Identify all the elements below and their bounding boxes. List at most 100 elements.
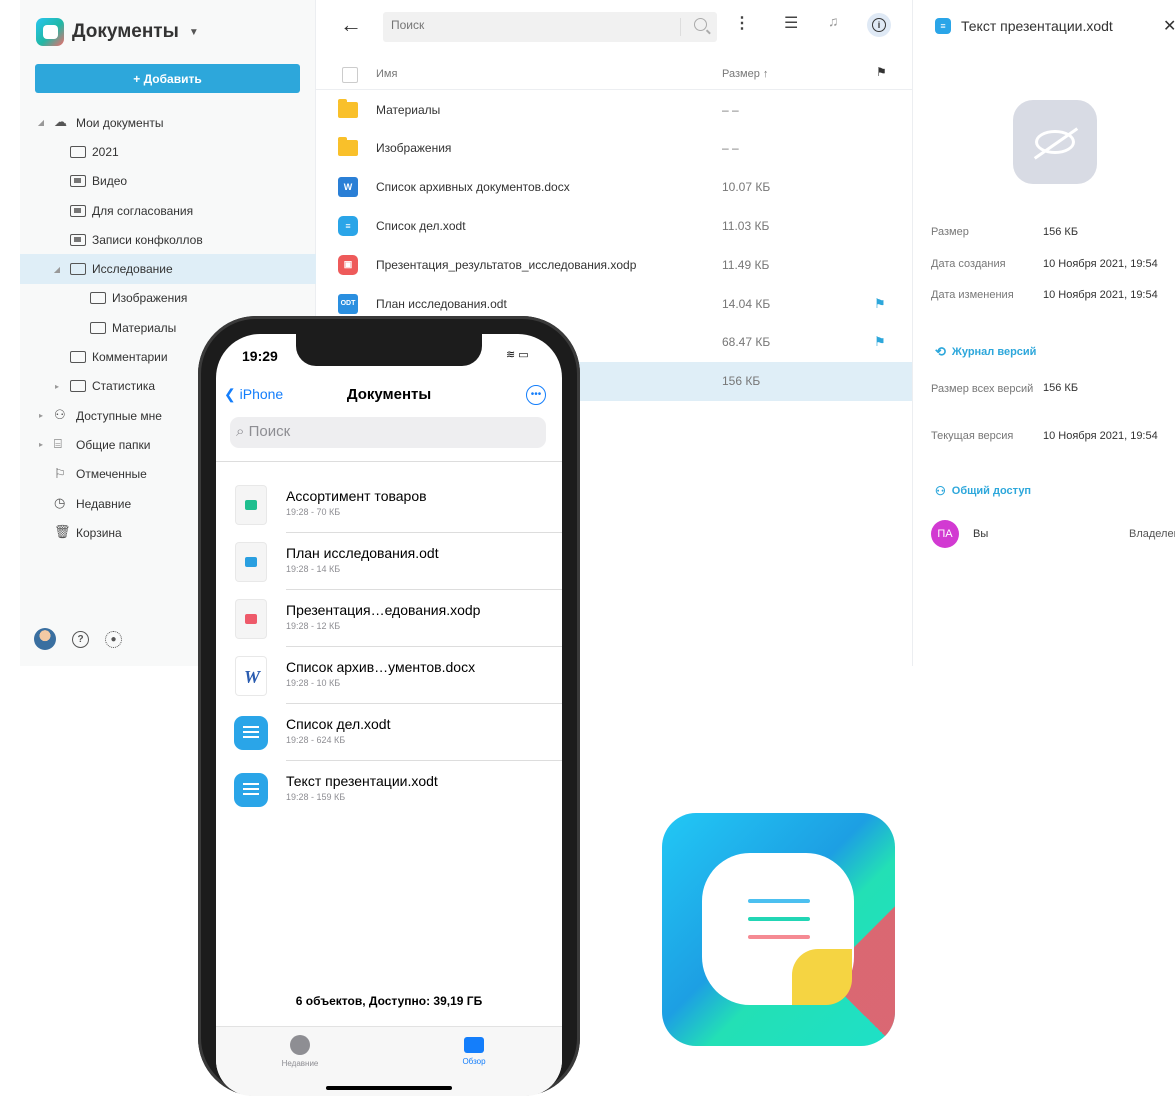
file-size: 156 КБ	[722, 374, 761, 389]
info-icon: i	[872, 18, 886, 32]
sidebar-item-label: Корзина	[76, 525, 122, 540]
file-size: – –	[722, 141, 739, 156]
phone-search-input[interactable]: ⌕ Поиск	[230, 417, 546, 448]
sidebar-item[interactable]: ◢ ☁ Мои документы	[20, 108, 316, 137]
share-role[interactable]: Владелец	[1129, 528, 1175, 540]
divider	[680, 18, 681, 36]
all-versions-value: 156 КБ	[1043, 382, 1079, 394]
folder-icon	[70, 145, 86, 158]
app-brand[interactable]: Документы ▼	[36, 18, 199, 46]
sidebar-footer: ? ●	[34, 628, 122, 650]
file-name: Изображения	[376, 141, 452, 156]
storage-summary: 6 объектов, Доступно: 39,19 ГБ	[295, 994, 483, 1008]
search-box[interactable]	[383, 12, 717, 42]
file-size: 14.04 КБ	[722, 296, 771, 311]
sidebar-item[interactable]: 2021	[20, 137, 316, 166]
file-name: План исследования.odt	[376, 296, 507, 311]
info-panel: ≡ Текст презентации.xodt ✕ Размер 156 КБ…	[912, 0, 1175, 666]
share-user-name: Вы	[973, 528, 989, 540]
cloud-icon: ☁	[54, 114, 67, 129]
select-all-checkbox[interactable]	[342, 67, 358, 83]
sidebar-item-label: Отмеченные	[76, 467, 147, 482]
table-row[interactable]: Материалы – –	[316, 90, 912, 129]
page-fold-icon	[792, 949, 852, 1005]
xodt-icon	[234, 773, 268, 807]
app-logo-icon	[36, 18, 64, 46]
status-time: 19:29	[242, 348, 278, 364]
item-name: Ассортимент товаров	[286, 488, 427, 504]
tab-recent[interactable]: Недавние	[250, 1035, 350, 1068]
back-button[interactable]: ❮ iPhone	[224, 386, 283, 403]
wifi-battery-icon: ≋ ▭	[506, 349, 529, 361]
back-label: iPhone	[239, 386, 284, 402]
table-row[interactable]: Изображения – –	[316, 129, 912, 168]
file-size: 68.47 КБ	[722, 335, 771, 350]
sidebar-item-label: 2021	[92, 144, 119, 159]
settings-gear-icon[interactable]: ●	[105, 630, 122, 648]
avatar[interactable]	[34, 628, 56, 650]
version-history-link[interactable]: ⟲ Журнал версий	[935, 344, 1036, 360]
sharing-link[interactable]: ⚇ Общий доступ	[935, 484, 1031, 498]
list-item[interactable]: Текст презентации.xodt 19:28 - 159 КБ	[216, 761, 562, 818]
docx-file-icon: W	[338, 177, 358, 198]
table-row[interactable]: ≡ Список дел.xodt 11.03 КБ	[316, 206, 912, 245]
table-row[interactable]: ▣ Презентация_результатов_исследования.xo…	[316, 245, 912, 284]
share-entry: ПА Вы Владелец	[931, 520, 1175, 548]
more-vertical-icon[interactable]: ⋮	[734, 13, 750, 33]
column-name-header[interactable]: Имя	[376, 68, 397, 80]
expand-toggle-icon[interactable]: ▸	[36, 411, 46, 420]
flag-icon[interactable]: ⚑	[874, 334, 886, 350]
folder-icon	[70, 263, 86, 276]
sidebar-item[interactable]: Изображения	[20, 284, 316, 313]
close-icon[interactable]: ✕	[1163, 16, 1175, 36]
folder-file-icon	[338, 137, 358, 157]
sidebar-item[interactable]: Для согласования	[20, 196, 316, 225]
column-size-header[interactable]: Размер ↑	[722, 68, 768, 80]
expand-toggle-icon[interactable]: ▸	[36, 440, 46, 449]
file-name: Презентация_результатов_исследования.xod…	[376, 257, 637, 272]
back-arrow-icon[interactable]: ←	[340, 12, 362, 38]
list-item[interactable]: Список дел.xodt 19:28 - 624 КБ	[216, 704, 562, 761]
sidebar-item-label: Мои документы	[76, 115, 164, 130]
composite-stage: Документы ▼ + Добавить ◢ ☁ Мои документы 20…	[0, 0, 1175, 1096]
clock-icon: ◷	[54, 494, 66, 510]
file-size: 11.49 КБ	[722, 257, 770, 272]
list-item[interactable]: W Список архив…ументов.docx 19:28 - 10 КБ	[216, 647, 562, 704]
created-value: 10 Ноября 2021, 19:54	[1043, 258, 1158, 270]
sidebar-item[interactable]: Видео	[20, 167, 316, 196]
item-name: Список архив…ументов.docx	[286, 659, 476, 675]
sidebar-item-label: Доступные мне	[76, 408, 162, 423]
expand-toggle-icon[interactable]: ▸	[52, 382, 62, 391]
presentation-icon	[236, 600, 266, 638]
bell-icon[interactable]: ♫	[828, 13, 839, 29]
file-size: – –	[722, 102, 739, 117]
item-name: Текст презентации.xodt	[286, 773, 438, 789]
phone-search-placeholder: Поиск	[248, 423, 291, 440]
add-button[interactable]: + Добавить	[35, 64, 300, 93]
folder-icon	[70, 351, 86, 364]
app-title: Документы	[72, 21, 179, 42]
help-icon[interactable]: ?	[72, 630, 89, 648]
preview-unavailable-icon	[1013, 100, 1097, 184]
sidebar-item[interactable]: ◢ Исследование	[20, 254, 316, 284]
item-name: Список дел.xodt	[286, 716, 391, 732]
tab-browse[interactable]: Обзор	[424, 1035, 524, 1066]
odt-icon	[236, 543, 266, 581]
all-versions-label: Размер всех версий	[931, 383, 1034, 395]
expand-toggle-icon[interactable]: ◢	[36, 118, 46, 127]
search-icon[interactable]	[694, 18, 707, 31]
sort-icon[interactable]: ☰	[784, 13, 798, 33]
flag-icon[interactable]: ⚑	[874, 296, 886, 312]
sidebar-item[interactable]: Записи конфколлов	[20, 225, 316, 254]
list-item[interactable]: План исследования.odt 19:28 - 14 КБ	[216, 533, 562, 590]
info-button[interactable]: i	[867, 13, 891, 37]
tab-recent-label: Недавние	[281, 1059, 319, 1068]
more-options-icon[interactable]: •••	[526, 385, 546, 405]
expand-toggle-icon[interactable]: ◢	[52, 265, 62, 274]
search-input[interactable]	[391, 18, 671, 32]
file-size: 11.03 КБ	[722, 218, 770, 233]
sidebar-item-label: Материалы	[112, 320, 177, 335]
list-item[interactable]: Ассортимент товаров 19:28 - 70 КБ	[216, 476, 562, 533]
list-item[interactable]: Презентация…едования.xodp 19:28 - 12 КБ	[216, 590, 562, 647]
table-row[interactable]: W Список архивных документов.docx 10.07 КБ	[316, 168, 912, 207]
